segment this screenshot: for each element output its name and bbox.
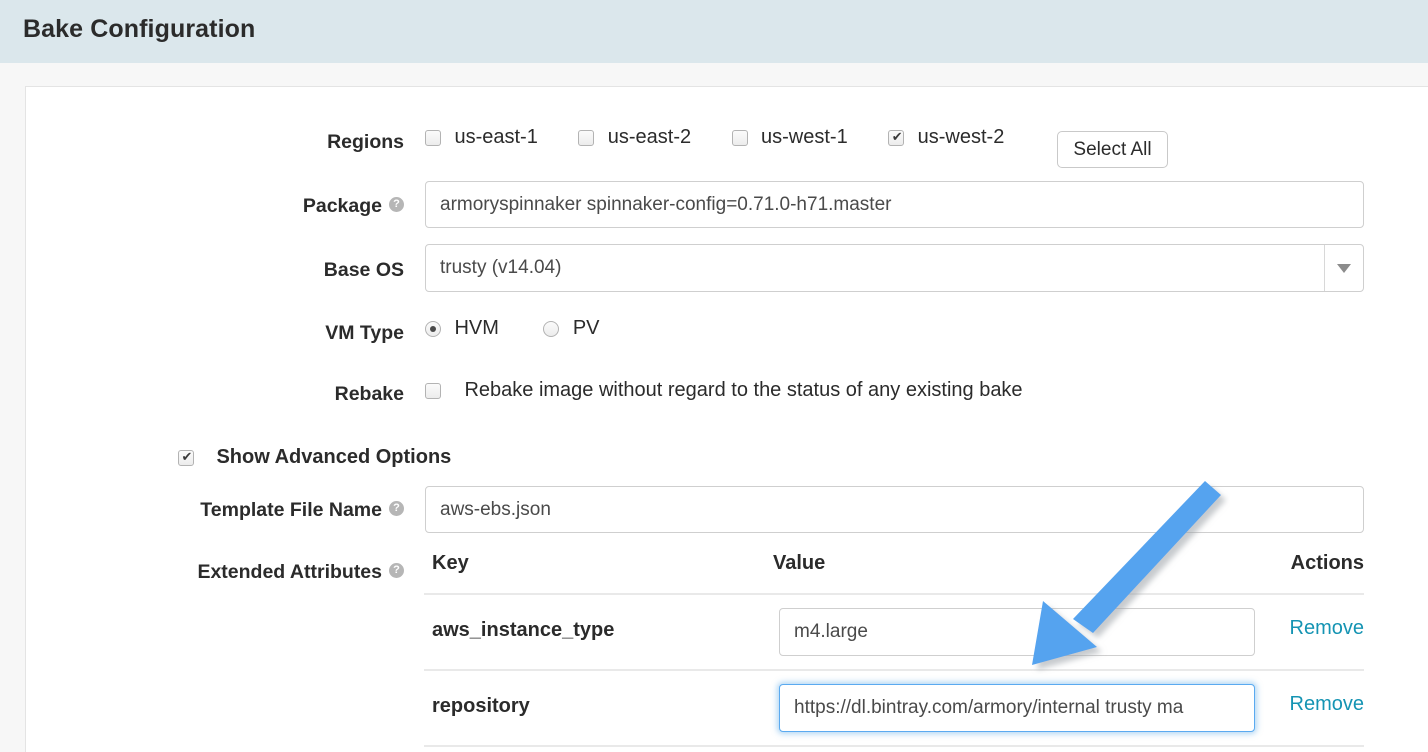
radio-checked-icon[interactable] — [425, 320, 441, 337]
package-input[interactable]: armoryspinnaker spinnaker-config=0.71.0-… — [425, 181, 1364, 228]
extended-attributes-label-text: Extended Attributes — [197, 561, 382, 583]
extended-attributes-label: Extended Attributes? — [86, 561, 404, 583]
help-icon[interactable]: ? — [389, 563, 404, 579]
column-header-key: Key — [432, 552, 469, 574]
column-header-value: Value — [773, 552, 826, 574]
rebake-checkbox-label: Rebake image without regard to the statu… — [464, 379, 1023, 401]
chevron-down-icon[interactable] — [1324, 245, 1363, 291]
region-checkbox-us-east-2[interactable]: us-east-2 — [578, 126, 691, 149]
repository-value-input[interactable]: https://dl.bintray.com/armory/internal t… — [779, 684, 1255, 732]
region-label: us-west-1 — [761, 126, 848, 148]
attribute-key: repository — [432, 695, 530, 717]
remove-attribute-link[interactable]: Remove — [1290, 617, 1364, 640]
package-label-text: Package — [302, 195, 382, 217]
template-file-name-input[interactable]: aws-ebs.json — [425, 486, 1364, 533]
checkbox-icon[interactable] — [425, 129, 441, 146]
template-file-name-label-text: Template File Name — [200, 499, 382, 521]
page-header-band: Bake Configuration — [0, 0, 1428, 63]
show-advanced-options-label: Show Advanced Options — [216, 446, 452, 468]
base-os-select[interactable]: trusty (v14.04) — [425, 244, 1364, 292]
column-header-actions: Actions — [1290, 552, 1364, 574]
base-os-label: Base OS — [323, 259, 404, 281]
region-label: us-east-1 — [454, 126, 538, 148]
table-row: repository https://dl.bintray.com/armory… — [424, 669, 1364, 745]
base-os-selected-value: trusty (v14.04) — [440, 257, 562, 278]
vm-type-radio-pv[interactable]: PV — [543, 317, 600, 340]
vm-type-label: PV — [572, 317, 600, 339]
regions-options: us-east-1 us-east-2 us-west-1 us-west-2 — [425, 126, 1032, 149]
show-advanced-options-row[interactable]: Show Advanced Options — [178, 446, 451, 469]
vm-type-options: HVM PV — [425, 317, 600, 340]
attribute-key: aws_instance_type — [432, 619, 615, 641]
table-header-row: Key Value Actions — [424, 552, 1364, 593]
page-title: Bake Configuration — [23, 15, 256, 43]
region-label: us-east-2 — [607, 126, 692, 148]
help-icon[interactable]: ? — [389, 197, 404, 213]
vm-type-radio-hvm[interactable]: HVM — [425, 317, 499, 340]
extended-attributes-table: Key Value Actions aws_instance_type m4.l… — [424, 552, 1364, 749]
vm-type-label: VM Type — [325, 322, 404, 344]
radio-icon[interactable] — [543, 320, 560, 337]
region-checkbox-us-west-1[interactable]: us-west-1 — [731, 126, 848, 149]
checkbox-icon[interactable] — [578, 129, 595, 146]
region-checkbox-us-west-2[interactable]: us-west-2 — [888, 126, 1004, 149]
regions-label: Regions — [327, 131, 404, 153]
checkbox-icon[interactable] — [731, 129, 748, 146]
template-file-name-label: Template File Name? — [86, 499, 404, 521]
attribute-value-input[interactable]: m4.large — [779, 608, 1255, 656]
remove-attribute-link[interactable]: Remove — [1290, 693, 1364, 716]
rebake-label: Rebake — [334, 383, 404, 405]
checkbox-checked-icon[interactable] — [178, 448, 194, 466]
select-all-button[interactable]: Select All — [1057, 131, 1168, 168]
bake-configuration-page: Bake Configuration Regions us-east-1 us-… — [0, 0, 1428, 752]
vm-type-label: HVM — [454, 317, 499, 339]
region-checkbox-us-east-1[interactable]: us-east-1 — [425, 126, 538, 149]
checkbox-checked-icon[interactable] — [888, 128, 905, 146]
table-bottom-divider — [424, 745, 1364, 749]
region-label: us-west-2 — [917, 126, 1005, 148]
checkbox-icon[interactable] — [425, 382, 441, 399]
table-row: aws_instance_type m4.large Remove — [424, 593, 1364, 669]
help-icon[interactable]: ? — [389, 501, 404, 517]
rebake-checkbox-row[interactable]: Rebake image without regard to the statu… — [425, 379, 1023, 402]
package-label: Package? — [86, 195, 404, 217]
